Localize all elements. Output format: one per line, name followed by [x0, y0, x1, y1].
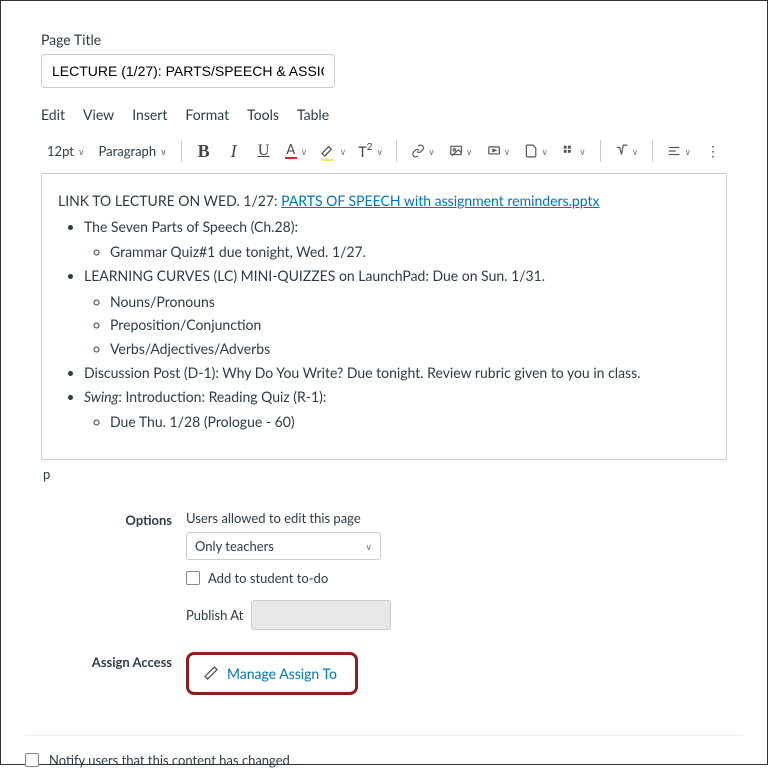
toolbar-separator	[600, 140, 601, 162]
publish-at-label: Publish At	[186, 607, 243, 623]
highlight-color-button[interactable]: ∨	[317, 139, 350, 163]
highlighter-icon	[320, 142, 336, 158]
menu-format[interactable]: Format	[185, 106, 229, 123]
editor-menubar: Edit View Insert Format Tools Table	[41, 106, 727, 123]
media-icon	[487, 143, 501, 159]
link-icon	[411, 143, 425, 159]
list-item: Nouns/Pronouns	[110, 291, 710, 313]
menu-insert[interactable]: Insert	[132, 106, 167, 123]
options-label: Options	[41, 510, 186, 630]
rich-text-editor[interactable]: LINK TO LECTURE ON WED. 1/27: PARTS OF S…	[41, 173, 727, 460]
link-button[interactable]: ∨	[407, 139, 439, 163]
editor-toolbar: 12pt∨ Paragraph∨ B I U A∨ ∨ T2∨ ∨ ∨ ∨ ∨ …	[41, 133, 727, 169]
list-item: The Seven Parts of Speech (Ch.28): Gramm…	[84, 216, 710, 263]
underline-button[interactable]: U	[252, 139, 276, 163]
notify-label: Notify users that this content has chang…	[49, 752, 290, 768]
apps-icon	[562, 143, 576, 159]
assign-access-label: Assign Access	[41, 652, 186, 695]
lecture-link[interactable]: PARTS OF SPEECH with assignment reminder…	[281, 192, 599, 209]
menu-table[interactable]: Table	[297, 106, 329, 123]
manage-assign-to-button[interactable]: Manage Assign To	[195, 661, 345, 686]
equation-button[interactable]: ∨	[611, 139, 643, 163]
list-item: Swing: Introduction: Reading Quiz (R-1):…	[84, 386, 710, 433]
text-color-button[interactable]: A∨	[282, 139, 311, 163]
menu-tools[interactable]: Tools	[247, 106, 279, 123]
list-item: Discussion Post (D-1): Why Do You Write?…	[84, 362, 710, 384]
block-format-select[interactable]: Paragraph∨	[95, 143, 171, 159]
page-title-label: Page Title	[41, 31, 727, 48]
page-title-input[interactable]	[41, 54, 335, 88]
italic-button[interactable]: I	[222, 139, 246, 163]
toolbar-separator	[181, 140, 182, 162]
todo-checkbox[interactable]	[186, 571, 200, 585]
pencil-icon	[203, 665, 219, 681]
editors-select[interactable]: Only teachers ∨	[186, 532, 381, 560]
content-text: LINK TO LECTURE ON WED. 1/27:	[58, 192, 281, 209]
select-value: Only teachers	[195, 538, 274, 554]
toolbar-separator	[396, 140, 397, 162]
toolbar-separator	[652, 140, 653, 162]
assign-button-label: Manage Assign To	[227, 665, 337, 682]
highlight-annotation: Manage Assign To	[186, 652, 358, 695]
more-button[interactable]: ⋮	[701, 139, 725, 163]
align-left-icon	[667, 143, 681, 159]
publish-at-input[interactable]	[251, 600, 391, 630]
document-icon	[524, 143, 538, 159]
list-item: Verbs/Adjectives/Adverbs	[110, 338, 710, 360]
list-item: Preposition/Conjunction	[110, 314, 710, 336]
list-item: Grammar Quiz#1 due tonight, Wed. 1/27.	[110, 241, 710, 263]
list-item: LEARNING CURVES (LC) MINI-QUIZZES on Lau…	[84, 265, 710, 360]
menu-edit[interactable]: Edit	[41, 106, 65, 123]
chevron-down-icon: ∨	[365, 541, 372, 553]
media-button[interactable]: ∨	[483, 139, 515, 163]
equation-icon	[615, 143, 629, 159]
options-hint: Users allowed to edit this page	[186, 510, 727, 526]
image-button[interactable]: ∨	[445, 139, 477, 163]
todo-label: Add to student to-do	[208, 570, 328, 586]
editor-status-path: p	[41, 466, 727, 482]
font-size-select[interactable]: 12pt∨	[43, 143, 89, 159]
image-icon	[449, 143, 463, 159]
menu-view[interactable]: View	[83, 106, 114, 123]
document-button[interactable]: ∨	[520, 139, 552, 163]
list-item: Due Thu. 1/28 (Prologue - 60)	[110, 411, 710, 433]
apps-button[interactable]: ∨	[558, 139, 590, 163]
bold-button[interactable]: B	[192, 139, 216, 163]
alignment-button[interactable]: ∨	[663, 139, 695, 163]
superscript-button[interactable]: T2∨	[355, 139, 386, 163]
